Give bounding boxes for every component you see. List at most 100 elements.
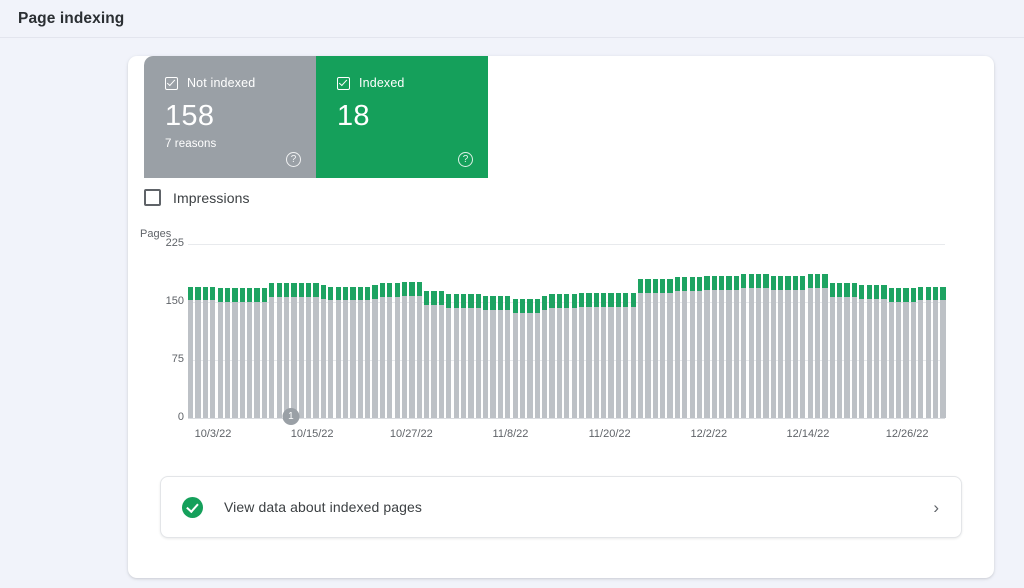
chart-bar[interactable] <box>512 298 518 418</box>
chart-bar[interactable] <box>188 286 194 418</box>
chart-bar[interactable] <box>814 274 821 418</box>
chart-bar[interactable] <box>210 286 216 418</box>
chart-bar[interactable] <box>446 294 452 418</box>
chart-annotation-marker[interactable]: 1 <box>282 408 300 425</box>
chart-bar[interactable] <box>468 294 474 418</box>
chart-bar[interactable] <box>564 294 570 418</box>
checkbox-checked-icon[interactable] <box>165 76 178 90</box>
chart-bar[interactable] <box>401 281 408 418</box>
chart-bar[interactable] <box>696 277 703 418</box>
chart-bar[interactable] <box>763 274 769 418</box>
chart-bar[interactable] <box>660 278 666 418</box>
chart-bar[interactable] <box>269 283 275 418</box>
chart-bar[interactable] <box>704 275 710 418</box>
chart-bar[interactable] <box>903 288 909 418</box>
chart-bar[interactable] <box>608 292 614 418</box>
chart-bar[interactable] <box>239 288 245 418</box>
chart-bar[interactable] <box>932 286 939 418</box>
chart-bar[interactable] <box>940 286 946 418</box>
chart-bar[interactable] <box>667 278 673 418</box>
chart-bar[interactable] <box>630 292 636 418</box>
chart-bar[interactable] <box>306 283 312 418</box>
chevron-right-icon[interactable]: › <box>933 499 945 516</box>
chart-bar[interactable] <box>888 288 894 418</box>
chart-bar[interactable] <box>866 285 872 418</box>
chart-bar[interactable] <box>726 275 732 418</box>
chart-bar[interactable] <box>682 277 688 418</box>
chart-bar[interactable] <box>534 298 540 418</box>
chart-bar[interactable] <box>283 283 290 418</box>
chart-bar[interactable] <box>837 283 843 418</box>
chart-bar[interactable] <box>733 275 740 418</box>
chart-bar[interactable] <box>335 286 341 418</box>
chart-bar[interactable] <box>800 275 806 418</box>
chart-bar[interactable] <box>623 292 629 418</box>
chart-bar[interactable] <box>475 294 481 418</box>
chart-bar[interactable] <box>741 274 747 418</box>
chart-bar[interactable] <box>755 274 762 418</box>
chart-bar[interactable] <box>549 294 555 418</box>
chart-bar[interactable] <box>483 295 489 418</box>
chart-bar[interactable] <box>357 286 363 418</box>
chart-bar[interactable] <box>519 298 526 418</box>
chart-bar[interactable] <box>387 283 393 418</box>
chart-bar[interactable] <box>232 288 238 418</box>
chart-bar[interactable] <box>320 285 327 418</box>
chart-bar[interactable] <box>910 288 917 418</box>
chart-bar[interactable] <box>593 292 599 418</box>
chart-bar[interactable] <box>719 275 725 418</box>
chart-bar[interactable] <box>490 295 496 418</box>
chart-bar[interactable] <box>497 295 504 418</box>
chart-bar[interactable] <box>261 288 268 418</box>
status-tile-indexed[interactable]: Indexed 18 ? <box>316 56 488 178</box>
chart-bar[interactable] <box>217 288 223 418</box>
chart-bar[interactable] <box>778 275 784 418</box>
chart-bar[interactable] <box>652 278 658 418</box>
chart-bar[interactable] <box>578 292 585 418</box>
chart-bar[interactable] <box>247 288 253 418</box>
chart-bar[interactable] <box>342 286 349 418</box>
chart-bar[interactable] <box>925 286 931 418</box>
chart-bar[interactable] <box>202 286 209 418</box>
chart-bar[interactable] <box>711 275 717 418</box>
chart-bar[interactable] <box>873 285 880 418</box>
chart-bar[interactable] <box>276 283 282 418</box>
chart-bar[interactable] <box>542 295 548 418</box>
chart-bar[interactable] <box>689 277 695 418</box>
chart-bar[interactable] <box>365 286 371 418</box>
chart-bar[interactable] <box>896 288 902 418</box>
chart-bar[interactable] <box>350 286 356 418</box>
chart-bar[interactable] <box>822 274 828 418</box>
chart-bar[interactable] <box>291 283 297 418</box>
chart-bar[interactable] <box>409 281 415 418</box>
chart-bar[interactable] <box>372 285 378 418</box>
chart-bar[interactable] <box>881 285 887 418</box>
chart-bar[interactable] <box>792 275 799 418</box>
checkbox-unchecked-icon[interactable] <box>144 189 161 206</box>
chart-bar[interactable] <box>254 288 260 418</box>
chart-bar[interactable] <box>601 292 607 418</box>
chart-bar[interactable] <box>645 278 651 418</box>
chart-bar[interactable] <box>424 291 430 418</box>
chart-bar[interactable] <box>453 294 459 418</box>
checkbox-checked-icon[interactable] <box>337 76 350 90</box>
chart-bar[interactable] <box>224 288 231 418</box>
chart-bar[interactable] <box>571 294 577 418</box>
chart-bar[interactable] <box>556 294 563 418</box>
chart-bar[interactable] <box>195 286 201 418</box>
chart-bar[interactable] <box>674 277 681 418</box>
chart-bar[interactable] <box>785 275 791 418</box>
chart-bar[interactable] <box>637 278 644 418</box>
chart-bar[interactable] <box>416 281 422 418</box>
chart-bar[interactable] <box>431 291 437 418</box>
help-icon[interactable]: ? <box>286 152 301 167</box>
chart-bar[interactable] <box>298 283 304 418</box>
impressions-toggle[interactable]: Impressions <box>144 189 250 206</box>
chart-bar[interactable] <box>586 292 592 418</box>
chart-bar[interactable] <box>527 298 533 418</box>
chart-bar[interactable] <box>807 274 813 418</box>
chart-bar[interactable] <box>844 283 850 418</box>
chart-bar[interactable] <box>851 283 858 418</box>
chart-bar[interactable] <box>438 291 445 418</box>
chart-bar[interactable] <box>379 283 386 418</box>
